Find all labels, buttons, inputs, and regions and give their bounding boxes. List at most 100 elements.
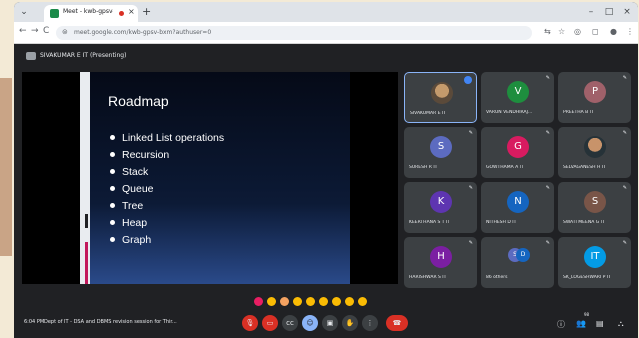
extensions-icon[interactable]: ◎ [574, 27, 581, 36]
presenting-icon [26, 52, 36, 60]
participant-tile[interactable]: H ✎ HARISHWAR S IT [404, 237, 477, 288]
participant-tile[interactable]: S ✎ SURESH R IT [404, 127, 477, 178]
participant-avatar: H [430, 246, 452, 268]
people-icon[interactable]: 👥 [576, 319, 586, 328]
bullet-dot-icon [110, 202, 115, 208]
forward-button[interactable]: → [31, 26, 39, 36]
more-options-button[interactable]: ⋮ [362, 315, 378, 331]
muted-mic-icon: ✎ [622, 130, 627, 136]
tab-title: Meet - kwb-gpsv-bxm [63, 8, 113, 15]
participant-tile[interactable]: G ✎ GOWTHAMA A IT [481, 127, 554, 178]
participant-avatar: S [584, 191, 606, 213]
minimize-button[interactable]: – [584, 5, 598, 19]
site-info-icon[interactable]: ⊜ [62, 28, 68, 36]
profile-avatar-icon[interactable]: ● [610, 27, 617, 36]
address-bar[interactable]: ⊜ meet.google.com/kwb-gpsv-bxm?authuser=… [56, 26, 532, 40]
slide-bullets: Linked List operations Recursion Stack Q… [110, 130, 224, 249]
heart-emoji[interactable] [254, 297, 263, 306]
star-icon[interactable]: ☆ [558, 27, 565, 36]
tab-meet[interactable]: Meet - kwb-gpsv-bxm × [44, 5, 138, 22]
participant-tile[interactable]: K ✎ KEERTHANA S T IT [404, 182, 477, 233]
tab-search-icon[interactable]: ⌄ [17, 5, 31, 19]
participant-avatar: N [507, 191, 529, 213]
leave-call-button[interactable]: ☎ [386, 315, 408, 331]
slide-title: Roadmap [108, 93, 169, 109]
muted-mic-icon: ✎ [545, 240, 550, 246]
party-emoji[interactable] [280, 297, 289, 306]
laugh-emoji[interactable] [306, 297, 315, 306]
thinking-emoji[interactable] [345, 297, 354, 306]
participant-tile[interactable]: V ✎ VARUN VENDHIRAJ... [481, 72, 554, 123]
bullet-item: Recursion [110, 147, 224, 164]
participant-grid: SIVAKUMAR E IT V ✎ VARUN VENDHIRAJ... P ✎ PREE… [404, 72, 634, 288]
slide-accent-dark [85, 214, 88, 228]
participant-avatar: G [507, 136, 529, 158]
browser-window: ⌄ Meet - kwb-gpsv-bxm × + – □ × ← → C ⊜ … [14, 2, 638, 338]
muted-mic-icon: ✎ [468, 185, 473, 191]
thumbs-up-emoji[interactable] [267, 297, 276, 306]
meeting-title: Dept of IT - DSA and DBMS revision sessi… [44, 319, 177, 325]
bullet-item: Graph [110, 232, 224, 249]
left-page-strip [0, 78, 12, 256]
new-tab-button[interactable]: + [142, 5, 151, 18]
camera-toggle-button[interactable]: ▭ [262, 315, 278, 331]
participant-avatar: V [507, 81, 529, 103]
surprised-emoji[interactable] [319, 297, 328, 306]
participant-tile[interactable]: SIVAKUMAR E IT [404, 72, 477, 123]
meet-favicon-icon [50, 9, 59, 18]
emoji-reactions-button[interactable]: ☺ [302, 315, 318, 331]
participant-tile[interactable]: ✎ SELVAGANESH H IT [558, 127, 631, 178]
muted-mic-icon: ✎ [545, 75, 550, 81]
participant-name: 86 others [486, 275, 508, 280]
participant-count-badge: 98 [584, 312, 590, 317]
menu-icon[interactable]: ⋮ [626, 27, 634, 36]
participant-name: HARISHWAR S IT [409, 275, 447, 280]
shared-slide: Roadmap Linked List operations Recursion… [22, 72, 398, 284]
clap-emoji[interactable] [293, 297, 302, 306]
close-tab-icon[interactable]: × [128, 7, 135, 16]
participant-name: SELVAGANESH H IT [563, 165, 606, 170]
participant-name: SWATI MEENA G IT [563, 220, 605, 225]
participant-name: SIVAKUMAR E IT [410, 111, 447, 116]
bullet-dot-icon [110, 236, 115, 242]
url-text: meet.google.com/kwb-gpsv-bxm?authuser=0 [74, 29, 212, 36]
bullet-dot-icon [110, 219, 115, 225]
present-screen-button[interactable]: ▣ [322, 315, 338, 331]
chat-icon[interactable]: ▤ [596, 319, 604, 328]
captions-button[interactable]: cc [282, 315, 298, 331]
bullet-item: Stack [110, 164, 224, 181]
translate-icon[interactable]: ⇆ [544, 27, 551, 36]
muted-mic-icon: ✎ [622, 75, 627, 81]
muted-mic-icon: ✎ [622, 240, 627, 246]
profile-icon[interactable]: ◻ [592, 27, 599, 36]
participant-avatar [584, 136, 606, 158]
participant-name: VARUN VENDHIRAJ... [486, 110, 533, 115]
bullet-item: Linked List operations [110, 130, 224, 147]
close-window-button[interactable]: × [620, 5, 634, 19]
participant-avatar: IT [584, 246, 606, 268]
participant-avatar: P [584, 81, 606, 103]
reload-button[interactable]: C [43, 26, 49, 36]
mic-toggle-button[interactable]: 🎙 [242, 315, 258, 331]
maximize-button[interactable]: □ [602, 5, 616, 19]
meeting-info-icon[interactable]: ⓘ [557, 319, 565, 330]
back-button[interactable]: ← [19, 26, 27, 36]
tab-bar: ⌄ Meet - kwb-gpsv-bxm × + – □ × [14, 2, 638, 22]
participant-tile[interactable]: S ✎ SWATI MEENA G IT [558, 182, 631, 233]
participant-tile[interactable]: S D ✎ 86 others [481, 237, 554, 288]
bullet-dot-icon [110, 134, 115, 140]
meeting-time: 6:04 PM [24, 319, 45, 325]
participant-name: PREETHA B IT [563, 110, 594, 115]
slide-accent-pink [85, 242, 88, 284]
bullet-item: Tree [110, 198, 224, 215]
participant-tile[interactable]: P ✎ PREETHA B IT [558, 72, 631, 123]
raise-hand-button[interactable]: ✋ [342, 315, 358, 331]
presentation-header: SIVAKUMAR E IT (Presenting) [14, 48, 638, 66]
participant-name: NITHESH D IT [486, 220, 517, 225]
participant-tile[interactable]: IT ✎ SK_LOGESHWARI P IT [558, 237, 631, 288]
thumbs-down-emoji[interactable] [358, 297, 367, 306]
participant-tile[interactable]: N ✎ NITHESH D IT [481, 182, 554, 233]
activities-icon[interactable]: ⛬ [618, 319, 624, 329]
others-avatar: D [516, 248, 530, 262]
sad-emoji[interactable] [332, 297, 341, 306]
